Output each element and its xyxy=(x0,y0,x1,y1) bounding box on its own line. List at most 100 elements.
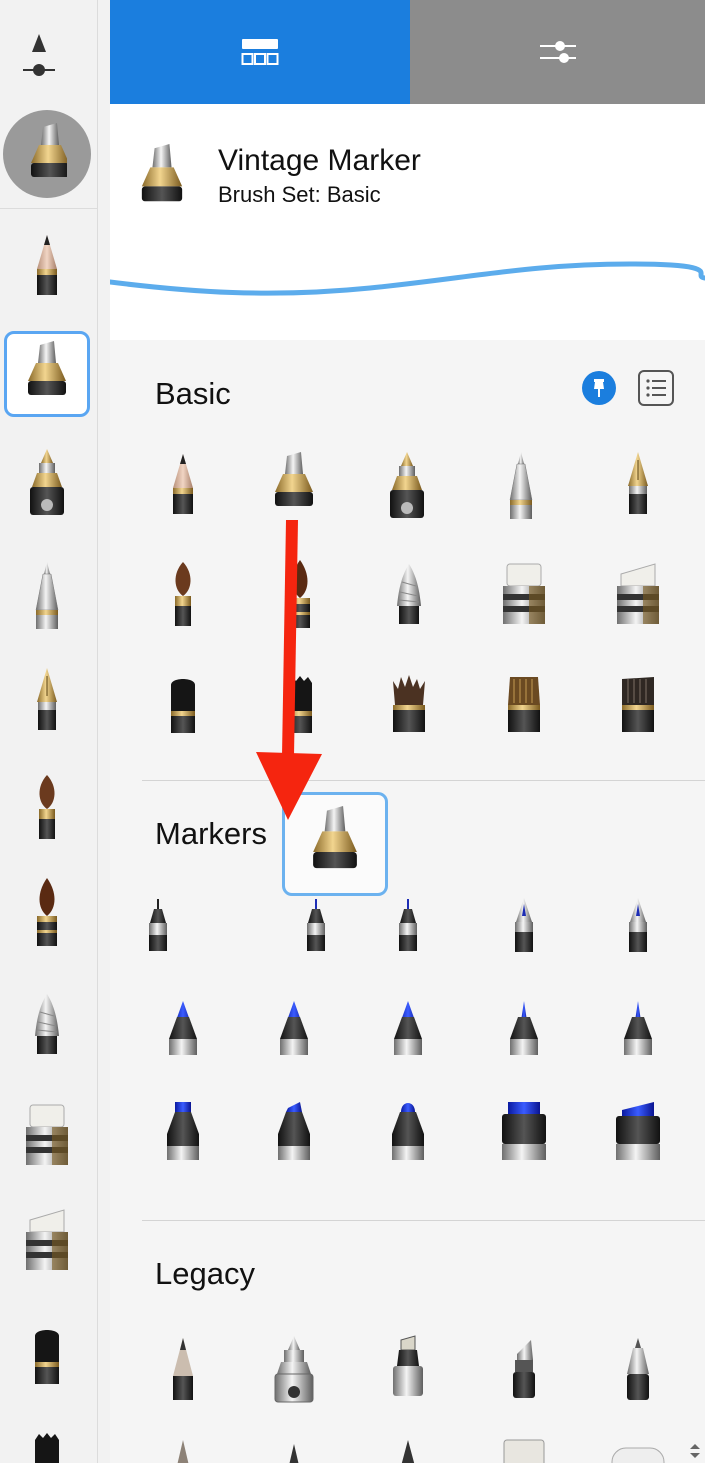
felt-tip-marker-icon xyxy=(169,1001,197,1055)
vintage-marker-icon xyxy=(28,341,66,395)
brush-vintage-marker[interactable] xyxy=(254,440,334,530)
pencil-icon xyxy=(173,1338,193,1400)
tab-brush-settings[interactable] xyxy=(410,0,705,104)
brush-chisel-marker[interactable] xyxy=(143,1086,223,1176)
sidebar-item-paintbrush[interactable] xyxy=(4,765,90,851)
felt-tip-marker-icon xyxy=(280,1001,308,1055)
ballpoint-pen-icon xyxy=(35,561,59,630)
brush-felt-tip-3[interactable] xyxy=(368,984,448,1074)
brush-flat-bristle[interactable] xyxy=(484,660,564,750)
brush-ballpoint[interactable] xyxy=(481,440,561,530)
brush-legacy-soft-eraser[interactable] xyxy=(598,1434,678,1463)
fountain-pen-icon xyxy=(627,451,649,515)
brush-bristle[interactable] xyxy=(369,660,449,750)
pin-icon xyxy=(594,379,604,397)
brush-paintbrush[interactable] xyxy=(143,550,223,640)
pen-icon xyxy=(401,1440,415,1463)
brush-fountain-pen[interactable] xyxy=(598,440,678,530)
brush-legacy-pencil[interactable] xyxy=(143,1324,223,1414)
sidebar-header xyxy=(0,0,97,209)
tab-bar xyxy=(110,0,705,104)
brush-legacy-marker[interactable] xyxy=(368,1324,448,1414)
sidebar-item-vintage-marker[interactable] xyxy=(4,331,90,417)
brush-blender[interactable] xyxy=(143,660,223,750)
brush-legacy-flat-marker[interactable] xyxy=(484,1324,564,1414)
brush-pencil[interactable] xyxy=(143,440,223,530)
blender-icon xyxy=(35,1330,59,1384)
sliders-icon xyxy=(539,41,576,63)
felt-tip-marker-icon xyxy=(394,1001,422,1055)
sidebar-item-fountain-pen[interactable] xyxy=(4,658,90,744)
section-divider xyxy=(142,780,705,781)
list-view-button[interactable] xyxy=(638,370,674,406)
hard-eraser-icon xyxy=(616,563,660,625)
paintbrush-icon xyxy=(39,775,55,839)
brush-library-panel: Vintage Marker Brush Set: Basic Basic Ma… xyxy=(110,0,705,1463)
technical-pen-icon xyxy=(629,898,647,952)
marker-icon xyxy=(392,1335,424,1397)
eraser-icon xyxy=(502,563,546,625)
brush-felt-tip[interactable] xyxy=(143,984,223,1074)
fine-liner-icon xyxy=(307,899,325,951)
sidebar-item-pencil[interactable] xyxy=(4,223,90,309)
brush-airbrush[interactable] xyxy=(367,440,447,530)
brush-wide-bristle[interactable] xyxy=(598,660,678,750)
brush-textured[interactable] xyxy=(369,550,449,640)
chisel-marker-icon xyxy=(167,1102,199,1160)
airbrush-icon xyxy=(390,452,424,518)
tab-brush-library[interactable] xyxy=(110,0,410,104)
section-title-basic: Basic xyxy=(155,376,231,411)
brush-eraser[interactable] xyxy=(484,550,564,640)
pen-icon xyxy=(289,1444,299,1463)
wide-bristle-brush-icon xyxy=(621,676,655,733)
smudge-icon xyxy=(35,1433,59,1463)
brush-wide-chisel-marker[interactable] xyxy=(598,1086,678,1176)
sidebar-item-textured-brush[interactable] xyxy=(4,982,90,1068)
brush-bullet-marker[interactable] xyxy=(368,1086,448,1176)
sidebar-item-blender[interactable] xyxy=(4,1313,90,1399)
sidebar-item-airbrush[interactable] xyxy=(4,439,90,525)
brush-wide-marker[interactable] xyxy=(484,1086,564,1176)
brush-brush-pen-2[interactable] xyxy=(598,984,678,1074)
fine-liner-icon xyxy=(149,899,167,951)
brush-pen-icon xyxy=(624,1001,652,1055)
sidebar-item-hard-eraser[interactable] xyxy=(4,1198,90,1284)
pencil-icon xyxy=(37,235,57,295)
brush-technical-pen[interactable] xyxy=(484,880,564,970)
sidebar-item-eraser[interactable] xyxy=(4,1093,90,1179)
sidebar-item-smudge[interactable] xyxy=(4,1420,90,1463)
brush-size-slider-icon[interactable] xyxy=(19,30,59,78)
brush-legacy-ballpoint[interactable] xyxy=(598,1324,678,1414)
brush-chisel-marker-2[interactable] xyxy=(254,1086,334,1176)
fine-liner-icon xyxy=(399,899,417,951)
brush-felt-tip-2[interactable] xyxy=(254,984,334,1074)
hard-eraser-icon xyxy=(25,1209,69,1271)
drag-arrow-annotation xyxy=(256,520,322,820)
flat-marker-icon xyxy=(513,1340,535,1398)
list-icon xyxy=(646,379,666,397)
current-brush-avatar[interactable] xyxy=(3,110,91,198)
brush-brush-pen[interactable] xyxy=(484,984,564,1074)
eraser-icon xyxy=(611,1447,665,1463)
brush-legacy-pen[interactable] xyxy=(143,1434,223,1463)
section-title-legacy: Legacy xyxy=(155,1256,255,1291)
pin-button[interactable] xyxy=(582,371,616,405)
airbrush-icon xyxy=(274,1335,314,1403)
brush-fine-liner[interactable] xyxy=(118,880,198,970)
resize-handle-icon[interactable] xyxy=(687,1443,703,1459)
sidebar-item-ballpoint[interactable] xyxy=(4,552,90,638)
brush-legacy-pen-2[interactable] xyxy=(254,1434,334,1463)
sidebar-item-ink-brush[interactable] xyxy=(4,870,90,956)
brush-legacy-pen-3[interactable] xyxy=(368,1434,448,1463)
brush-technical-pen-2[interactable] xyxy=(598,880,678,970)
brush-legacy-airbrush[interactable] xyxy=(254,1324,334,1414)
brush-sets-list: Basic Markers Legacy xyxy=(110,340,705,1463)
technical-pen-icon xyxy=(515,898,533,952)
vintage-marker-icon xyxy=(141,144,183,202)
ballpoint-pen-icon xyxy=(627,1338,649,1400)
brush-hard-eraser[interactable] xyxy=(598,550,678,640)
brush-library-icon xyxy=(241,39,279,65)
brush-legacy-eraser[interactable] xyxy=(484,1434,564,1463)
brush-set-label: Brush Set: Basic xyxy=(218,182,381,207)
ink-brush-icon xyxy=(37,878,57,946)
